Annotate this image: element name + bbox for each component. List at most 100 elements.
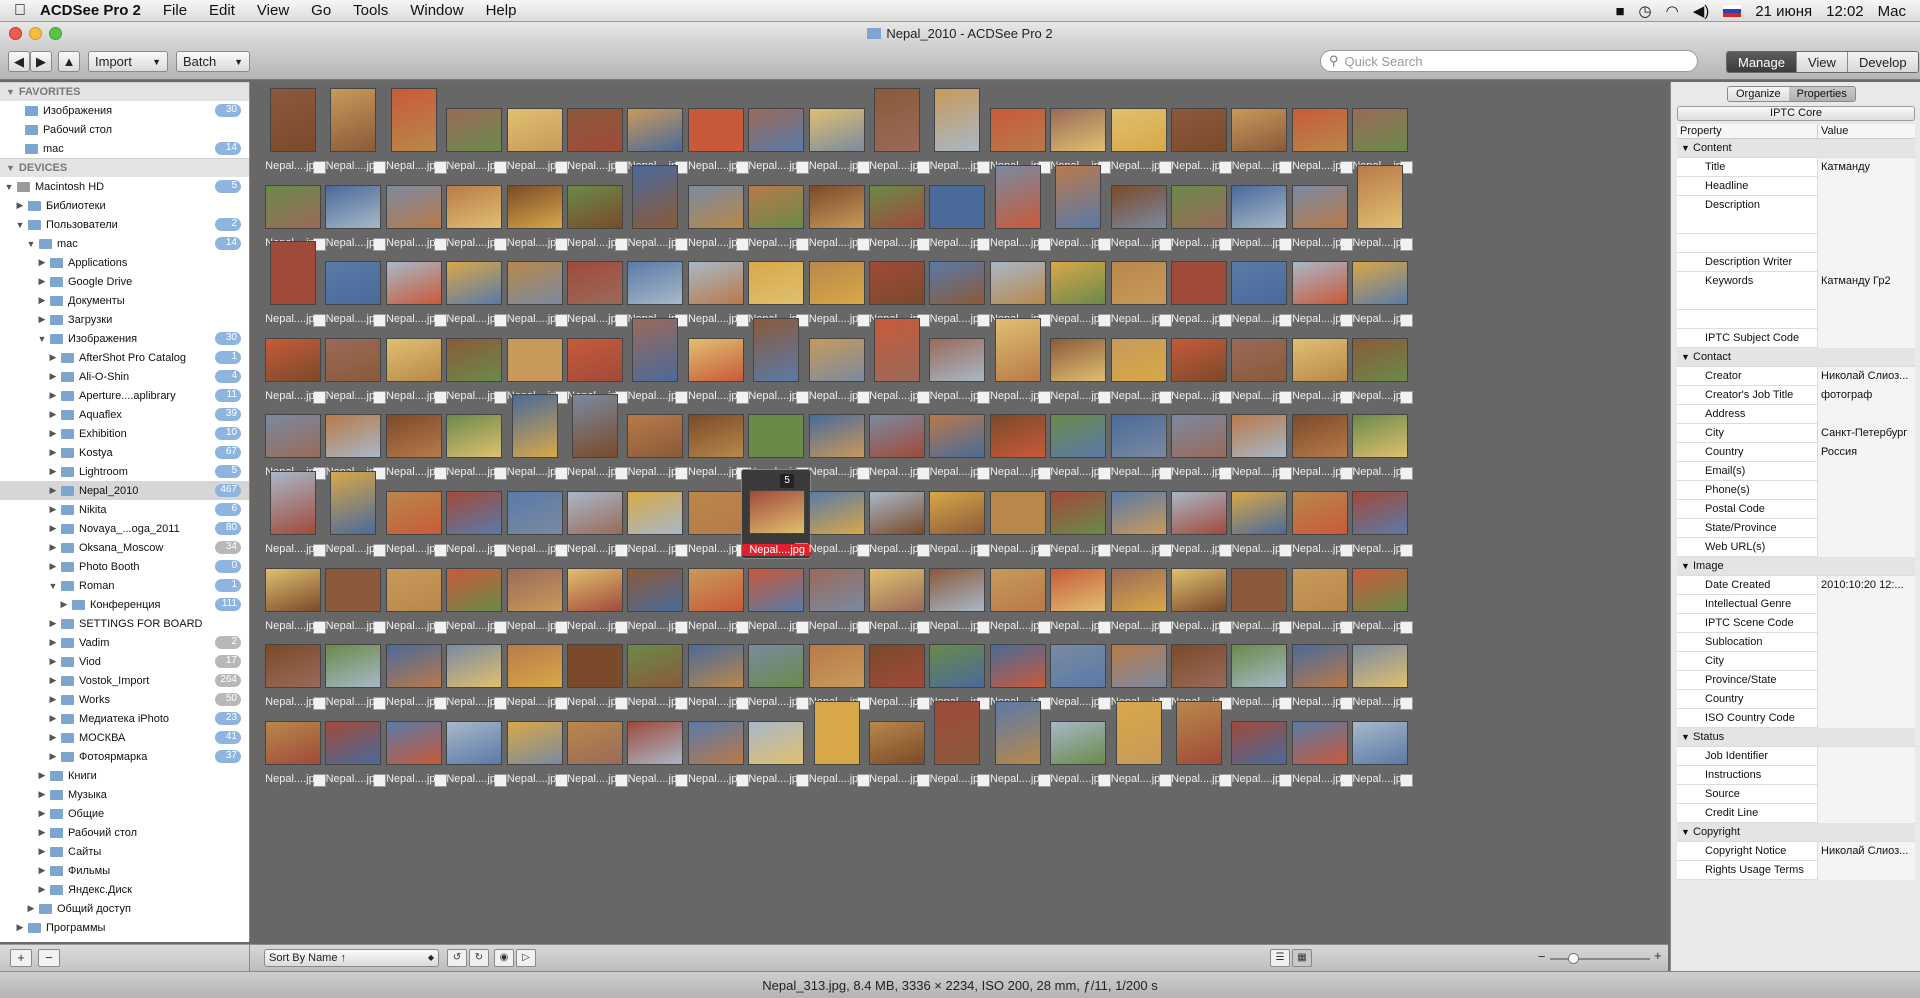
- property-row[interactable]: Country Россия: [1677, 442, 1915, 462]
- zoom-button[interactable]: [49, 27, 62, 40]
- manage-mode-button[interactable]: Manage: [1727, 52, 1796, 72]
- property-row[interactable]: IPTC Subject Code: [1677, 328, 1915, 348]
- folder-tree-item[interactable]: ▼ Пользователи 2: [0, 215, 249, 234]
- folder-tree-item[interactable]: ▼ Roman 1: [0, 576, 249, 595]
- folder-tree-item[interactable]: ▶ Библиотеки: [0, 196, 249, 215]
- thumbnail[interactable]: Nepal....jpg: [1345, 699, 1415, 789]
- property-row[interactable]: Postal Code: [1677, 499, 1915, 519]
- property-value[interactable]: [1817, 328, 1915, 348]
- favorite-item[interactable]: mac 14: [0, 139, 249, 158]
- disclosure-icon[interactable]: ▶: [48, 694, 58, 705]
- disclosure-icon[interactable]: ▶: [59, 599, 69, 610]
- property-value[interactable]: [1817, 746, 1915, 766]
- menu-view[interactable]: View: [257, 2, 289, 19]
- property-row[interactable]: Keywords Катманду Гр2: [1677, 271, 1915, 310]
- disclosure-icon[interactable]: ▶: [15, 200, 25, 211]
- property-row[interactable]: Date Created 2010:10:20 12:...: [1677, 575, 1915, 595]
- property-value[interactable]: [1817, 518, 1915, 538]
- folder-tree-item[interactable]: ▶ Музыка: [0, 785, 249, 804]
- disclosure-icon[interactable]: ▶: [48, 542, 58, 553]
- tab-properties[interactable]: Properties: [1788, 87, 1855, 101]
- disclosure-icon[interactable]: ▼: [4, 182, 14, 192]
- metadata-schema-select[interactable]: IPTC Core: [1677, 106, 1915, 121]
- property-row[interactable]: Creator's Job Title фотограф: [1677, 385, 1915, 405]
- disclosure-icon[interactable]: ▼: [1681, 827, 1690, 837]
- folder-tree-item[interactable]: ▶ Книги: [0, 766, 249, 785]
- property-row[interactable]: Web URL(s): [1677, 537, 1915, 557]
- user-menu[interactable]: Mac: [1878, 3, 1906, 20]
- property-row[interactable]: ISO Country Code: [1677, 708, 1915, 728]
- disclosure-icon[interactable]: ▶: [48, 447, 58, 458]
- menu-tools[interactable]: Tools: [353, 2, 388, 19]
- grid-view-button[interactable]: ▦: [1292, 949, 1312, 967]
- folder-tree-item[interactable]: ▶ Photo Booth 0: [0, 557, 249, 576]
- property-row[interactable]: Headline: [1677, 176, 1915, 196]
- disclosure-icon[interactable]: ▶: [37, 808, 47, 819]
- folder-icon[interactable]: ■: [1615, 3, 1624, 20]
- folder-tree-item[interactable]: ▶ Фильмы: [0, 861, 249, 880]
- view-mode-button[interactable]: View: [1795, 52, 1847, 72]
- property-group[interactable]: ▼ Status: [1677, 728, 1915, 747]
- property-group[interactable]: ▼ Copyright: [1677, 823, 1915, 842]
- app-menu[interactable]: ACDSee Pro 2: [40, 2, 141, 19]
- menu-go[interactable]: Go: [311, 2, 331, 19]
- property-row[interactable]: Description Writer: [1677, 252, 1915, 272]
- property-value[interactable]: [1817, 860, 1915, 880]
- property-row[interactable]: Sublocation: [1677, 632, 1915, 652]
- property-value[interactable]: Россия: [1817, 442, 1915, 462]
- folder-tree-item[interactable]: ▶ Works 50: [0, 690, 249, 709]
- disclosure-icon[interactable]: ▼: [26, 239, 36, 249]
- sort-select[interactable]: Sort By Name ↑ ◆: [264, 949, 439, 967]
- folder-tree-item[interactable]: ▼ Изображения 30: [0, 329, 249, 348]
- property-value[interactable]: [1817, 195, 1915, 234]
- property-row[interactable]: Address: [1677, 404, 1915, 424]
- property-value[interactable]: [1817, 499, 1915, 519]
- property-group[interactable]: ▼ Content: [1677, 139, 1915, 158]
- disclosure-icon[interactable]: ▼: [15, 220, 25, 230]
- disclosure-icon[interactable]: ▶: [48, 390, 58, 401]
- disclosure-icon[interactable]: ▼: [1681, 561, 1690, 571]
- folder-tree-item[interactable]: ▶ Документы: [0, 291, 249, 310]
- rotate-left-button[interactable]: ↺: [447, 949, 467, 967]
- folder-tree-item[interactable]: ▶ Oksana_Moscow 34: [0, 538, 249, 557]
- disclosure-icon[interactable]: ▶: [48, 371, 58, 382]
- disclosure-icon[interactable]: ▶: [37, 865, 47, 876]
- disclosure-icon[interactable]: ▶: [37, 789, 47, 800]
- close-button[interactable]: [9, 27, 22, 40]
- disclosure-icon[interactable]: ▶: [37, 770, 47, 781]
- property-row[interactable]: Creator Николай Слиоз...: [1677, 366, 1915, 386]
- property-row[interactable]: Phone(s): [1677, 480, 1915, 500]
- disclosure-icon[interactable]: ▶: [26, 903, 36, 914]
- property-group[interactable]: ▼ Contact: [1677, 348, 1915, 367]
- property-row[interactable]: Job Identifier: [1677, 746, 1915, 766]
- tab-organize[interactable]: Organize: [1728, 87, 1789, 101]
- disclosure-icon[interactable]: ▼: [1681, 143, 1690, 153]
- disclosure-icon[interactable]: ▶: [37, 314, 47, 325]
- forward-button[interactable]: ▶: [30, 51, 52, 72]
- folder-tree-item[interactable]: ▶ AfterShot Pro Catalog 1: [0, 348, 249, 367]
- property-value[interactable]: [1817, 461, 1915, 481]
- col-property[interactable]: Property: [1677, 124, 1817, 138]
- disclosure-icon[interactable]: ▶: [48, 713, 58, 724]
- folder-tree-item[interactable]: ▶ Конференция 111: [0, 595, 249, 614]
- list-view-button[interactable]: ☰: [1270, 949, 1290, 967]
- property-value[interactable]: [1817, 670, 1915, 690]
- disclosure-icon[interactable]: ▼: [48, 581, 58, 591]
- disclosure-icon[interactable]: ▶: [48, 504, 58, 515]
- menu-help[interactable]: Help: [486, 2, 517, 19]
- disclosure-icon[interactable]: ▶: [48, 409, 58, 420]
- apple-icon[interactable]: : [0, 2, 40, 20]
- disclosure-icon[interactable]: ▶: [48, 561, 58, 572]
- folder-tree-item[interactable]: ▶ Сайты: [0, 842, 249, 861]
- property-value[interactable]: Санкт-Петербург: [1817, 423, 1915, 443]
- import-button[interactable]: Import ▼: [88, 51, 168, 72]
- disclosure-icon[interactable]: ▶: [37, 276, 47, 287]
- disclosure-icon[interactable]: ▶: [48, 732, 58, 743]
- property-value[interactable]: [1817, 309, 1915, 329]
- folder-tree-item[interactable]: ▶ Applications: [0, 253, 249, 272]
- folder-tree-item[interactable]: ▶ Vostok_Import 264: [0, 671, 249, 690]
- disclosure-icon[interactable]: ▶: [48, 428, 58, 439]
- up-button[interactable]: ▲: [58, 51, 80, 72]
- disclosure-icon[interactable]: ▶: [15, 922, 25, 933]
- folder-tree-item[interactable]: ▶ Nepal_2010 467: [0, 481, 249, 500]
